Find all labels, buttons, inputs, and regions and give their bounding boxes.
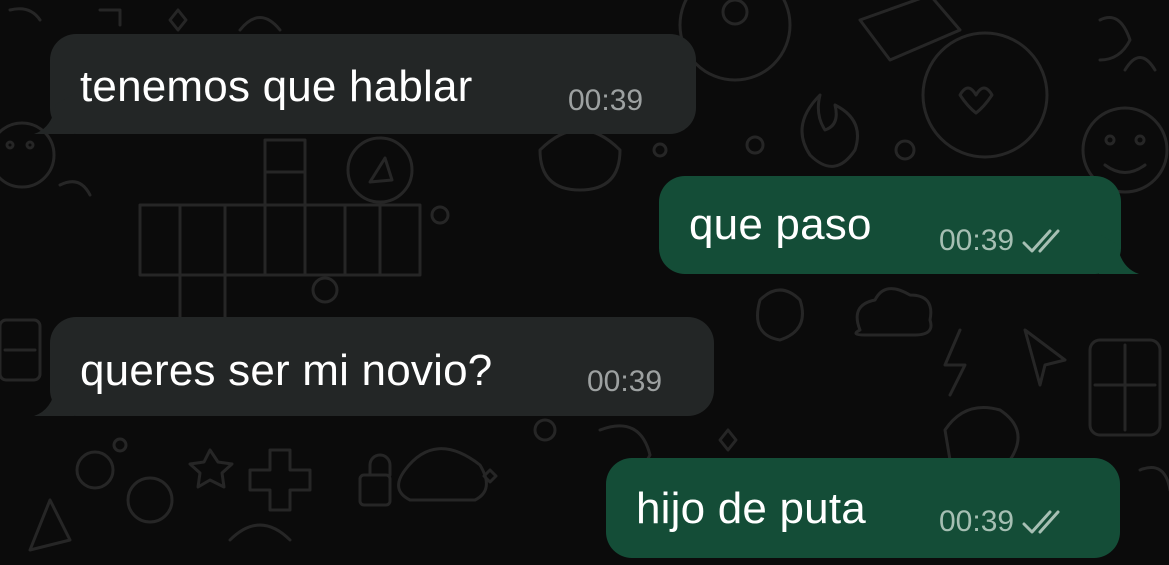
message-meta: 00:39: [939, 226, 1068, 256]
message-bubble-outgoing[interactable]: hijo de puta 00:39: [606, 458, 1120, 558]
double-check-icon: [1022, 509, 1068, 535]
message-bubble-outgoing[interactable]: que paso 00:39: [659, 176, 1139, 274]
message-time: 00:39: [939, 505, 1015, 538]
bubble-tail: [1099, 234, 1139, 274]
message-text: que paso: [689, 200, 872, 249]
message-bubble-incoming[interactable]: queres ser mi novio? 00:39: [34, 317, 714, 416]
bubble-tail: [34, 94, 74, 134]
message-meta: 00:39: [939, 507, 1068, 537]
double-check-icon: [1022, 228, 1068, 254]
message-text: queres ser mi novio?: [80, 346, 493, 395]
message-time: 00:39: [587, 365, 663, 398]
message-time: 00:39: [939, 224, 1015, 257]
message-meta: 00:39: [587, 367, 662, 397]
message-text: tenemos que hablar: [80, 62, 473, 111]
message-bubble-incoming[interactable]: tenemos que hablar 00:39: [34, 34, 696, 134]
chat-view: tenemos que hablar 00:39 que paso 00:39 …: [0, 0, 1169, 565]
message-meta: 00:39: [568, 86, 643, 116]
message-time: 00:39: [568, 84, 644, 117]
bubble-tail: [34, 376, 74, 416]
message-text: hijo de puta: [636, 484, 866, 533]
